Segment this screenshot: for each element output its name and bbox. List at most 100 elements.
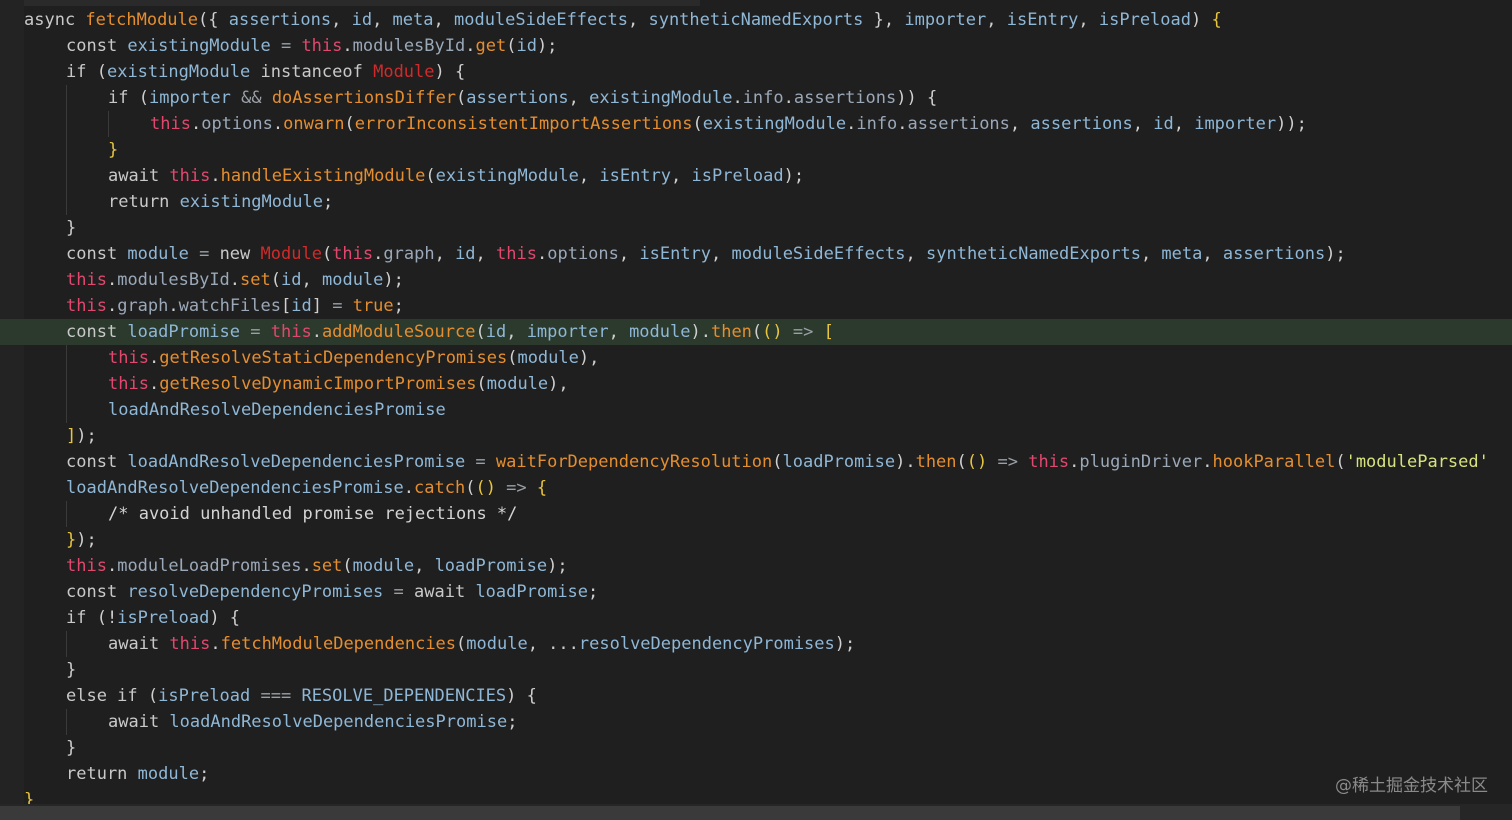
code-token: ,	[986, 10, 1007, 30]
code-token: info	[856, 114, 898, 134]
code-line[interactable]: }	[0, 137, 1512, 163]
code-token: this	[66, 296, 107, 316]
code-text: await loadAndResolveDependenciesPromise;	[108, 709, 517, 735]
code-token: ,	[1140, 244, 1162, 264]
code-line[interactable]: await this.fetchModuleDependencies(modul…	[0, 631, 1512, 657]
code-token: ));	[1276, 114, 1307, 134]
code-token: await	[414, 582, 476, 602]
code-token: module	[127, 244, 189, 264]
code-line[interactable]: const module = new Module(this.graph, id…	[0, 241, 1512, 267]
code-token: isPreload	[1098, 10, 1191, 30]
code-text: ]);	[66, 423, 97, 449]
code-text: this.getResolveStaticDependencyPromises(…	[108, 345, 599, 371]
code-line[interactable]: else if (isPreload === RESOLVE_DEPENDENC…	[0, 683, 1512, 709]
code-editor[interactable]: async fetchModule({ assertions, id, meta…	[0, 0, 1512, 820]
code-token: (	[751, 322, 763, 342]
code-token: assertions	[1222, 244, 1326, 264]
code-line[interactable]: loadAndResolveDependenciesPromise.catch(…	[0, 475, 1512, 501]
code-token: ]	[311, 296, 322, 316]
code-token: .	[190, 114, 202, 134]
code-token: ,	[905, 244, 926, 264]
code-line[interactable]: /* avoid unhandled promise rejections */	[0, 501, 1512, 527]
code-token: handleExistingModule	[220, 166, 426, 186]
code-token: ,	[618, 244, 640, 264]
code-text: this.options.onwarn(errorInconsistentImp…	[150, 111, 1307, 137]
code-token: id	[351, 10, 373, 30]
indent-guide	[66, 85, 67, 111]
code-token: meta	[1161, 244, 1203, 264]
code-token: .	[342, 36, 353, 56]
code-token: modulesById	[117, 270, 230, 290]
code-line[interactable]: this.moduleLoadPromises.set(module, load…	[0, 553, 1512, 579]
code-line[interactable]: if (importer && doAssertionsDiffer(asser…	[0, 85, 1512, 111]
code-line[interactable]: this.graph.watchFiles[id] = true;	[0, 293, 1512, 319]
horizontal-scrollbar[interactable]	[0, 806, 1460, 820]
indent-guide	[66, 709, 67, 735]
code-token: existingModule	[702, 114, 847, 134]
code-line[interactable]: if (existingModule instanceof Module) {	[0, 59, 1512, 85]
code-token: (	[321, 244, 333, 264]
code-token: module	[466, 634, 528, 654]
code-token: resolveDependencyPromises	[127, 582, 384, 602]
code-text: this.getResolveDynamicImportPromises(mod…	[108, 371, 569, 397]
code-token: (	[96, 62, 107, 82]
code-line[interactable]: }	[0, 657, 1512, 683]
code-token: ;	[322, 192, 334, 212]
code-line[interactable]: });	[0, 527, 1512, 553]
indent-guide	[66, 137, 67, 163]
code-line[interactable]: }	[0, 215, 1512, 241]
code-token: await	[108, 166, 170, 186]
code-token: importer	[904, 10, 987, 30]
code-token: .	[465, 36, 476, 56]
code-token: .	[403, 478, 415, 498]
code-text: async fetchModule({ assertions, id, meta…	[24, 7, 1222, 33]
code-token: ,	[608, 322, 630, 342]
code-token: .	[1202, 452, 1213, 472]
code-line[interactable]: await this.handleExistingModule(existing…	[0, 163, 1512, 189]
code-line[interactable]: const loadAndResolveDependenciesPromise …	[0, 449, 1512, 475]
code-token: .	[311, 322, 322, 342]
code-token: this	[108, 374, 149, 394]
code-line[interactable]: this.modulesById.set(id, module);	[0, 267, 1512, 293]
code-line[interactable]: const loadPromise = this.addModuleSource…	[0, 319, 1512, 345]
code-line[interactable]: }	[0, 735, 1512, 761]
code-line[interactable]: await loadAndResolveDependenciesPromise;	[0, 709, 1512, 735]
code-line[interactable]: this.getResolveStaticDependencyPromises(…	[0, 345, 1512, 371]
code-token: const	[66, 452, 128, 472]
code-token: await	[108, 634, 170, 654]
code-line[interactable]: async fetchModule({ assertions, id, meta…	[0, 7, 1512, 33]
code-token: catch	[414, 478, 466, 498]
code-token: ) {	[434, 62, 466, 82]
code-token: isPreload	[158, 686, 251, 706]
code-line[interactable]: return existingModule;	[0, 189, 1512, 215]
code-token: (	[456, 634, 467, 654]
code-line[interactable]: const existingModule = this.modulesById.…	[0, 33, 1512, 59]
code-line[interactable]: ]);	[0, 423, 1512, 449]
code-token: (	[772, 452, 783, 472]
code-line[interactable]: const resolveDependencyPromises = await …	[0, 579, 1512, 605]
indent-guide	[66, 163, 67, 189]
code-line[interactable]: this.getResolveDynamicImportPromises(mod…	[0, 371, 1512, 397]
code-token: set	[240, 270, 271, 290]
code-token: assertions	[466, 88, 569, 108]
code-token: syntheticNamedExports	[926, 244, 1141, 264]
code-line[interactable]: loadAndResolveDependenciesPromise	[0, 397, 1512, 423]
code-token: }	[66, 660, 77, 680]
code-token: ;	[588, 582, 599, 602]
code-text: }	[108, 137, 118, 163]
code-line[interactable]: this.options.onwarn(errorInconsistentImp…	[0, 111, 1512, 137]
code-token: resolveDependencyPromises	[578, 634, 835, 654]
code-token: loadPromise	[475, 582, 589, 602]
code-token: ,	[506, 322, 527, 342]
code-line[interactable]: if (!isPreload) {	[0, 605, 1512, 631]
code-token: moduleLoadPromises	[117, 556, 302, 576]
code-token: }	[108, 140, 119, 160]
code-token: {	[1211, 10, 1222, 30]
code-token: moduleSideEffects	[731, 244, 906, 264]
code-token: loadAndResolveDependenciesPromise	[66, 478, 404, 498]
code-token: .	[229, 270, 241, 290]
code-line[interactable]: return module;	[0, 761, 1512, 787]
code-token: =>	[495, 478, 537, 498]
code-token: =	[465, 452, 496, 472]
code-token: ,	[568, 88, 590, 108]
